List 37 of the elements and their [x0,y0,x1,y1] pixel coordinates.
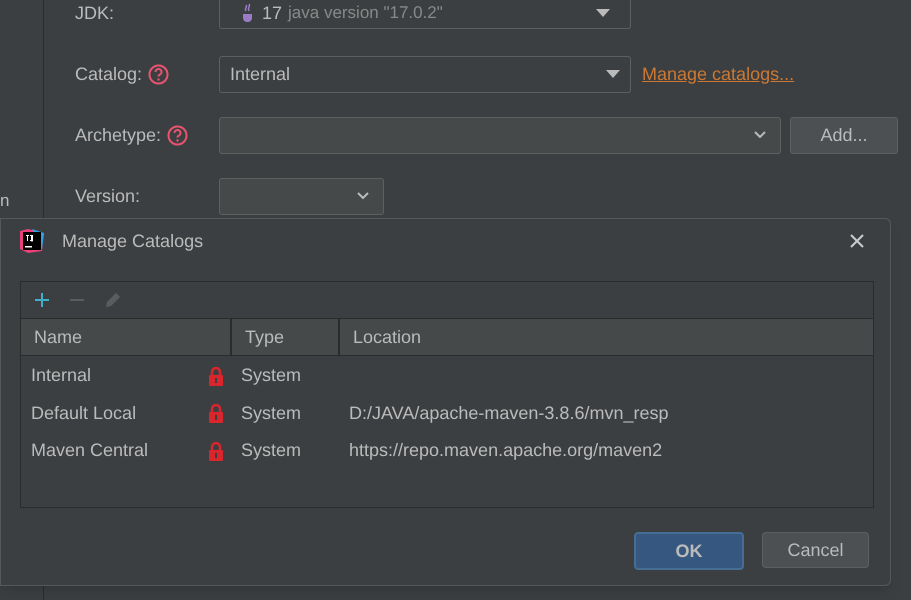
column-header[interactable]: Name [21,319,232,355]
ok-button[interactable]: OK [634,532,744,570]
sidebar-text: n [0,190,10,212]
dropdown-arrow-icon [596,9,610,17]
archetype-dropdown[interactable] [219,116,781,154]
table-cell-text: Internal [31,364,92,388]
table-cell-text: Maven Central [31,439,150,462]
table-cell: System [241,365,302,386]
table-cell-text: D:/JAVA/apache-maven-3.8.6/mvn_resp [348,402,668,425]
add-icon[interactable] [33,291,51,309]
dropdown-arrow-icon [606,70,620,78]
help-icon [167,124,188,146]
dialog-title: Manage Catalogs [62,230,204,253]
chevron-down-icon [357,192,369,200]
table-cell-text: https://repo.maven.apache.org/maven2 [348,439,662,462]
app-logo-icon [20,229,44,253]
cancel-button[interactable]: Cancel [762,532,869,568]
help-icon [148,64,170,84]
field-label: Version: [75,184,140,208]
lock-icon [208,366,224,386]
catalog-dropdown[interactable]: Internal [219,56,631,92]
field-label: Catalog: [75,62,142,86]
close-icon[interactable] [850,234,864,248]
add-button[interactable]: Add... [790,116,898,154]
version-dropdown[interactable] [219,178,384,214]
lock-icon [208,403,224,424]
table-cell-text: Default Local [31,402,138,425]
field-label: JDK: [75,2,114,24]
column-header[interactable]: Type [232,319,340,355]
chevron-down-icon [754,131,766,139]
manage-catalogs-link[interactable]: Manage catalogs... [642,60,794,88]
table-cell: System [241,402,302,423]
lock-icon [208,440,224,461]
table-cell: System [241,440,302,460]
field-label: Archetype: [75,124,162,147]
jdk-dropdown[interactable]: 17 java version "17.0.2" [219,0,631,29]
column-header[interactable]: Location [340,319,873,355]
